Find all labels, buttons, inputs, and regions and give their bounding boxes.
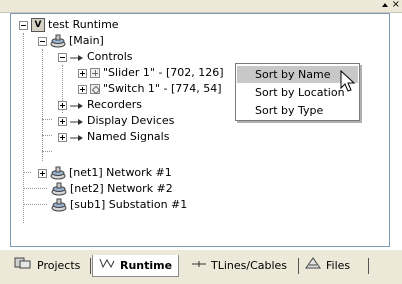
tree-node-net2[interactable]: [net2] Network #2: [51, 181, 173, 197]
tree-node-controls[interactable]: Controls: [58, 49, 133, 65]
tree-node-switch[interactable]: "Switch 1" - [774, 54]: [78, 81, 222, 97]
tree-node-label: [net1] Network #1: [69, 166, 172, 179]
tree-guide-line: [23, 33, 24, 223]
tree-guide-line: [42, 135, 52, 136]
tline-icon: [192, 256, 206, 276]
folder-arrow-icon: [70, 52, 84, 62]
tree-guide-line: [23, 172, 31, 173]
switch-control-icon: [90, 84, 100, 94]
folder-arrow-icon: [70, 132, 84, 142]
collapse-toggle[interactable]: [38, 36, 47, 46]
tree-node-recorders[interactable]: Recorders: [58, 97, 142, 113]
runtime-icon: V: [31, 18, 45, 32]
runtime-tree-panel: V test Runtime [Main] Controls "Slider 1…: [10, 13, 390, 247]
tree-node-root[interactable]: V test Runtime: [19, 17, 119, 33]
tree-guide-line: [23, 188, 47, 189]
tab-separator: [90, 258, 91, 274]
expand-toggle[interactable]: [78, 68, 87, 78]
tree-node-label: [Main]: [69, 34, 104, 47]
slider-control-icon: [90, 68, 100, 78]
tree-node-label: [net2] Network #2: [70, 182, 173, 195]
expand-toggle[interactable]: [58, 132, 67, 142]
tab-label: Runtime: [120, 258, 173, 272]
tab-label: Projects: [37, 259, 81, 272]
tree-node-named-signals[interactable]: Named Signals: [58, 129, 169, 145]
collapse-toggle[interactable]: [19, 20, 28, 30]
tab-label: Files: [326, 259, 351, 272]
tree-node-label: "Switch 1" - [774, 54]: [103, 82, 222, 95]
tab-files[interactable]: Files: [305, 255, 350, 277]
station-icon: [50, 166, 66, 180]
pin-icon[interactable]: [381, 1, 389, 9]
tab-separator: [368, 258, 369, 274]
station-icon: [51, 198, 67, 212]
title-bar-buttons: ×: [381, 0, 400, 10]
tab-tlines-cables[interactable]: TLines/Cables: [192, 255, 287, 277]
mouse-cursor-icon: [340, 69, 358, 94]
tree-node-sub1[interactable]: [sub1] Substation #1: [51, 197, 187, 213]
projects-icon: [14, 256, 32, 277]
tree-guide-line: [42, 151, 52, 152]
tree-node-display-devices[interactable]: Display Devices: [58, 113, 174, 129]
tree-node-label: [sub1] Substation #1: [70, 198, 188, 211]
expand-toggle[interactable]: [58, 100, 67, 110]
tab-separator: [298, 258, 299, 274]
expand-toggle[interactable]: [78, 84, 87, 94]
close-icon[interactable]: ×: [392, 0, 400, 10]
station-icon: [50, 34, 66, 48]
files-icon: [305, 256, 321, 276]
bottom-tab-bar: Projects Runtime TLines/Cables Files: [0, 249, 402, 284]
runtime-wave-icon: [99, 256, 115, 276]
tree-guide-line: [42, 49, 43, 161]
tree-node-net1[interactable]: [net1] Network #1: [38, 165, 172, 181]
tab-projects[interactable]: Projects: [14, 255, 80, 277]
tree-guide-line: [23, 204, 47, 205]
expand-toggle[interactable]: [58, 116, 67, 126]
tree-guide-line: [42, 119, 52, 120]
tree-node-slider[interactable]: "Slider 1" - [702, 126]: [78, 65, 224, 81]
tree-node-label: Recorders: [87, 98, 143, 111]
panel-title-bar: ×: [0, 0, 402, 13]
tab-runtime[interactable]: Runtime: [92, 255, 180, 277]
tree-node-label: test Runtime: [48, 18, 119, 31]
station-icon: [51, 182, 67, 196]
tree-node-main[interactable]: [Main]: [38, 33, 104, 49]
folder-arrow-icon: [70, 116, 84, 126]
tree-node-label: Controls: [87, 50, 133, 63]
runtime-tree: V test Runtime [Main] Controls "Slider 1…: [11, 14, 389, 246]
collapse-toggle[interactable]: [58, 52, 67, 62]
tree-node-label: "Slider 1" - [702, 126]: [103, 66, 224, 79]
tab-label: TLines/Cables: [211, 259, 288, 272]
folder-arrow-icon: [70, 100, 84, 110]
menu-item-sort-by-type[interactable]: Sort by Type: [237, 102, 358, 119]
tree-node-label: Named Signals: [87, 130, 170, 143]
tree-node-label: Display Devices: [87, 114, 175, 127]
expand-toggle[interactable]: [38, 168, 47, 178]
